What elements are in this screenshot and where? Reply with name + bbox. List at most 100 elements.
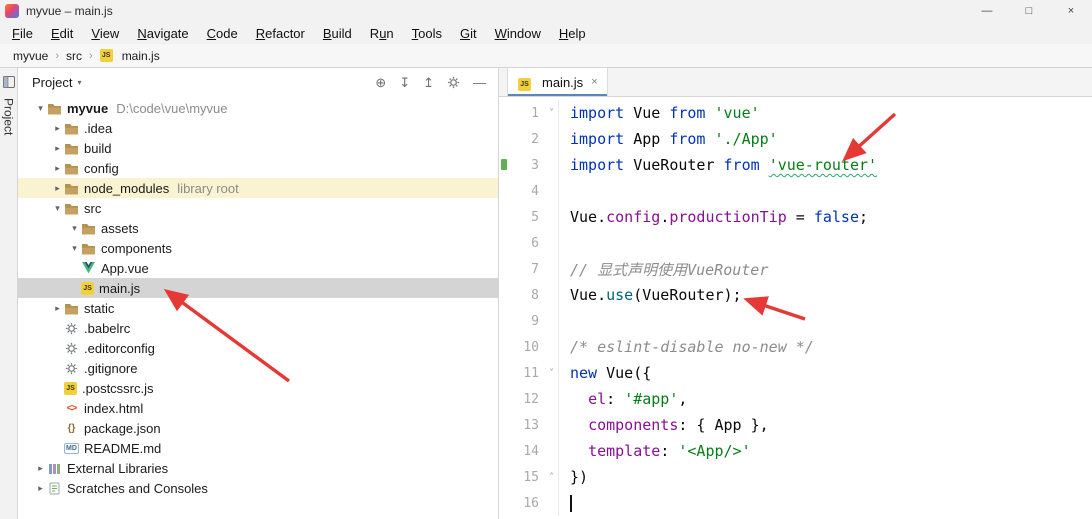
expand-all-icon[interactable]: ↧ <box>399 76 410 89</box>
tree-item-index-html[interactable]: <> index.html <box>18 398 498 418</box>
project-panel-toolbar: ⊕ ↧ ↥ — <box>375 76 490 89</box>
menu-navigate[interactable]: Navigate <box>128 24 197 43</box>
tree-item-readme-md[interactable]: MD README.md <box>18 438 498 458</box>
menu-bar: File Edit View Navigate Code Refactor Build Run… <box>0 22 1092 44</box>
line-number: 12 <box>523 391 539 407</box>
chevron-right-icon[interactable]: ▸ <box>34 483 47 494</box>
tree-item-config[interactable]: ▸ config <box>18 158 498 178</box>
chevron-down-icon[interactable]: ▾ <box>34 103 47 114</box>
menu-view[interactable]: View <box>82 24 128 43</box>
settings-gear-icon[interactable] <box>447 76 460 89</box>
chevron-down-icon[interactable]: ▾ <box>51 203 64 214</box>
tree-item-label: node_modules <box>84 180 170 196</box>
code-line-16: 16 <box>499 490 1092 516</box>
tree-item-app-vue[interactable]: App.vue <box>18 258 498 278</box>
tree-item-scratches-and-consoles[interactable]: ▸ Scratches and Consoles <box>18 478 498 498</box>
folder-icon <box>64 181 79 195</box>
tree-item-static[interactable]: ▸ static <box>18 298 498 318</box>
chevron-right-icon[interactable]: ▸ <box>34 463 47 474</box>
tab-main-js[interactable]: JS main.js × <box>507 68 608 96</box>
javascript-icon: JS <box>81 281 94 295</box>
project-tool-button[interactable]: Project <box>2 75 16 135</box>
tree-item-external-libraries[interactable]: ▸ External Libraries <box>18 458 498 478</box>
menu-git[interactable]: Git <box>451 24 486 43</box>
menu-build[interactable]: Build <box>314 24 361 43</box>
menu-refactor[interactable]: Refactor <box>247 24 314 43</box>
menu-file[interactable]: File <box>3 24 42 43</box>
title-bar: myvue – main.js — □ × <box>0 0 1092 22</box>
close-icon[interactable]: × <box>591 76 597 88</box>
menu-run[interactable]: Run <box>361 24 403 43</box>
chevron-right-icon[interactable]: ▸ <box>51 183 64 194</box>
editor-gutter: 1ˇ <box>499 100 559 126</box>
chevron-right-icon[interactable]: ▸ <box>51 163 64 174</box>
code-line-4: 4 <box>499 178 1092 204</box>
fold-down-icon[interactable]: ˇ <box>545 107 558 120</box>
close-button[interactable]: × <box>1050 0 1092 22</box>
collapse-all-icon[interactable]: ↥ <box>423 76 434 89</box>
tree-item-components[interactable]: ▾ components <box>18 238 498 258</box>
tree-item-label: myvue <box>67 100 109 116</box>
menu-window[interactable]: Window <box>486 24 550 43</box>
code-text: // 显式声明使用VueRouter <box>570 260 769 279</box>
tree-item-build[interactable]: ▸ build <box>18 138 498 158</box>
tree-item-editorconfig[interactable]: .editorconfig <box>18 338 498 358</box>
tree-item-idea[interactable]: ▸ .idea <box>18 118 498 138</box>
breadcrumb-item-src[interactable]: src <box>63 48 85 64</box>
code-editor[interactable]: 1 ˇ import Vue from 'vue' 2 import App from … <box>499 97 1092 519</box>
tree-item-label: components <box>101 240 172 256</box>
tree-item-node-modules[interactable]: ▸ node_modules library root <box>18 178 498 198</box>
tree-item-gitignore[interactable]: .gitignore <box>18 358 498 378</box>
tree-item-assets[interactable]: ▾ assets <box>18 218 498 238</box>
breadcrumb-item-myvue[interactable]: myvue <box>10 48 51 64</box>
external-libraries-icon <box>47 461 62 475</box>
chevron-right-icon[interactable]: ▸ <box>51 123 64 134</box>
editor-area: JS main.js × 1 ˇ import Vue from 'vue' 2 imp… <box>499 68 1092 519</box>
breadcrumb-separator-icon: › <box>89 49 93 62</box>
tree-item-label: main.js <box>99 280 141 296</box>
locate-icon[interactable]: ⊕ <box>375 76 386 89</box>
folder-icon <box>64 121 79 135</box>
menu-edit[interactable]: Edit <box>42 24 82 43</box>
menu-code[interactable]: Code <box>198 24 247 43</box>
chevron-right-icon[interactable]: ▸ <box>51 303 64 314</box>
tree-item-main-js[interactable]: JS main.js <box>18 278 498 298</box>
chevron-down-icon[interactable]: ▾ <box>68 243 81 254</box>
tree-item-babelrc[interactable]: .babelrc <box>18 318 498 338</box>
breadcrumb-label: main.js <box>121 48 160 63</box>
code-line-6: 6 <box>499 230 1092 256</box>
code-text: el: '#app', <box>588 390 688 408</box>
editor-gutter: 4 <box>499 178 559 204</box>
fold-up-icon[interactable]: ˆ <box>545 471 558 484</box>
code-text: import VueRouter from 'vue-router' <box>570 156 878 174</box>
menu-help[interactable]: Help <box>550 24 595 43</box>
chevron-right-icon[interactable]: ▸ <box>51 143 64 154</box>
folder-icon <box>64 161 79 175</box>
hide-panel-icon[interactable]: — <box>473 76 486 89</box>
line-number: 16 <box>523 495 539 511</box>
editor-gutter: 13 <box>499 412 559 438</box>
line-number: 10 <box>523 339 539 355</box>
breadcrumb-item-main-js[interactable]: JS main.js <box>97 48 163 64</box>
tree-item-label: index.html <box>84 400 144 416</box>
breadcrumb-separator-icon: › <box>55 49 60 62</box>
text-caret <box>570 495 572 512</box>
menu-tools[interactable]: Tools <box>403 24 451 43</box>
line-number: 15 <box>523 469 539 485</box>
project-view-dropdown[interactable]: Project ▾ <box>32 75 81 90</box>
vue-logo-icon <box>81 261 96 275</box>
tree-item-package-json[interactable]: {} package.json <box>18 418 498 438</box>
tree-item-myvue[interactable]: ▾ myvue D:\code\vue\myvue <box>18 98 498 118</box>
chevron-down-icon[interactable]: ▾ <box>68 223 81 234</box>
minimize-button[interactable]: — <box>966 0 1008 22</box>
tree-item-postcssrc-js[interactable]: JS .postcssrc.js <box>18 378 498 398</box>
tree-item-src[interactable]: ▾ src <box>18 198 498 218</box>
code-line-3: 3 import VueRouter from 'vue-router' <box>499 152 1092 178</box>
maximize-button[interactable]: □ <box>1008 0 1050 22</box>
code-line-11: 11 ˇ new Vue({ <box>499 360 1092 386</box>
gear-icon <box>64 321 79 335</box>
tree-item-suffix: D:\code\vue\myvue <box>116 100 228 116</box>
main-area: Project Project ▾ ⊕ ↧ ↥ — ▾ myvue D:\code\vue… <box>0 68 1092 519</box>
fold-down-icon[interactable]: ˇ <box>545 367 558 380</box>
tree-item-label: README.md <box>84 440 162 456</box>
